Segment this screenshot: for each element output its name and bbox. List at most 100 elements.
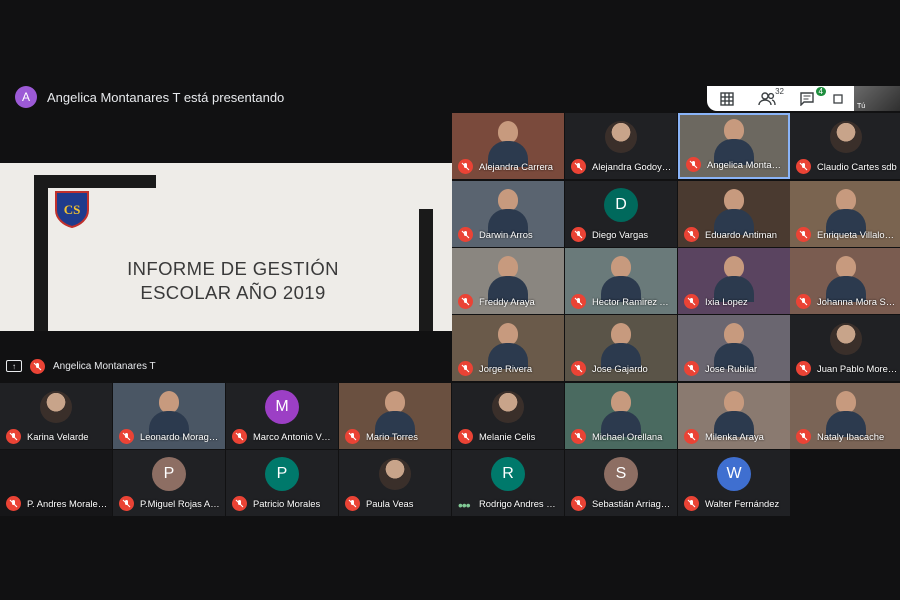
participant-name: Johanna Mora San... xyxy=(817,296,898,307)
participant-tile[interactable]: Melanie Celis xyxy=(452,383,564,449)
mic-muted-icon xyxy=(571,361,586,376)
participant-tile[interactable]: Jorge Rivera xyxy=(452,315,564,381)
mic-muted-icon xyxy=(796,159,811,174)
mic-muted-icon xyxy=(458,429,473,444)
mic-muted-icon xyxy=(345,429,360,444)
participant-photo-avatar xyxy=(830,322,862,355)
participant-tile[interactable]: Eduardo Antiman xyxy=(678,181,790,247)
participant-tile[interactable]: Freddy Araya xyxy=(452,248,564,314)
participant-tile[interactable]: Alejandra Carrera xyxy=(452,113,564,179)
activities-button[interactable] xyxy=(827,86,849,111)
participant-tile[interactable]: D Diego Vargas xyxy=(565,181,677,247)
mic-muted-icon xyxy=(684,429,699,444)
self-label: Tú xyxy=(857,103,866,110)
participants-button[interactable]: 32 xyxy=(747,86,787,111)
presentation-slide[interactable]: CS INFORME DE GESTIÓN ESCOLAR AÑO 2019 xyxy=(0,163,452,331)
mic-muted-icon xyxy=(571,227,586,242)
mic-muted-icon xyxy=(6,496,21,511)
slide-title: INFORME DE GESTIÓN ESCOLAR AÑO 2019 xyxy=(118,257,348,305)
participant-name: Melanie Celis xyxy=(479,431,536,442)
mic-muted-icon xyxy=(458,227,473,242)
mic-muted-icon xyxy=(232,429,247,444)
participant-name: Walter Fernández xyxy=(705,498,780,509)
slide-frame-right xyxy=(419,209,433,331)
participant-tile[interactable]: Mario Torres xyxy=(339,383,451,449)
participant-tile[interactable]: P P.Miguel Rojas An... xyxy=(113,450,225,516)
chat-icon xyxy=(800,91,814,106)
participant-name: Rodrigo Andres Ca... xyxy=(479,498,560,509)
participant-tile[interactable]: Nataly Ibacache xyxy=(790,383,900,449)
participant-tile[interactable]: Jose Rubilar xyxy=(678,315,790,381)
mic-muted-icon xyxy=(232,496,247,511)
participant-photo-avatar xyxy=(379,457,411,490)
presenting-banner: A Angelica Montanares T está presentando xyxy=(15,85,284,109)
participant-avatar: D xyxy=(604,187,638,222)
svg-text:CS: CS xyxy=(64,202,81,217)
mic-muted-icon xyxy=(571,159,586,174)
participant-name: P. Andres Morales ... xyxy=(27,498,108,509)
participant-photo-avatar xyxy=(830,120,862,153)
participant-name: Angelica Montanar... xyxy=(707,159,784,170)
mic-muted-icon xyxy=(119,496,134,511)
participant-tile[interactable]: Michael Orellana xyxy=(565,383,677,449)
mic-muted-icon xyxy=(796,227,811,242)
participant-name: Milenka Araya xyxy=(705,431,764,442)
mic-muted-icon xyxy=(796,294,811,309)
shapes-icon xyxy=(833,93,843,104)
participant-tile[interactable]: Leonardo Moraga ... xyxy=(113,383,225,449)
participant-tile[interactable]: Milenka Araya xyxy=(678,383,790,449)
mic-muted-icon xyxy=(119,429,134,444)
participant-tile[interactable]: P. Andres Morales ... xyxy=(0,450,112,516)
mic-muted-icon xyxy=(684,496,699,511)
participant-tile[interactable]: P Patricio Morales xyxy=(226,450,338,516)
participant-tile[interactable]: Johanna Mora San... xyxy=(790,248,900,314)
slide-title-line-1: INFORME DE GESTIÓN xyxy=(127,258,339,279)
participant-tile[interactable]: Enriqueta Villalobos xyxy=(790,181,900,247)
participant-tile[interactable]: Claudio Cartes sdb xyxy=(790,113,900,179)
participant-tile[interactable]: Darwin Arros xyxy=(452,181,564,247)
participant-name: Paula Veas xyxy=(366,498,414,509)
participant-photo-avatar xyxy=(40,390,72,423)
participant-avatar: W xyxy=(717,456,751,491)
presenter-avatar: A xyxy=(15,86,37,108)
mic-muted-icon xyxy=(458,294,473,309)
participant-photo-avatar xyxy=(605,120,637,153)
participant-name: Enriqueta Villalobos xyxy=(817,229,898,240)
mic-muted-icon xyxy=(686,157,701,172)
participant-name: Jorge Rivera xyxy=(479,363,533,374)
participant-tile[interactable]: R ••• Rodrigo Andres Ca... xyxy=(452,450,564,516)
participant-name: Patricio Morales xyxy=(253,498,321,509)
participant-tile[interactable]: Angelica Montanar... xyxy=(678,113,790,179)
participant-name: Nataly Ibacache xyxy=(817,431,885,442)
participant-tile[interactable]: Hector Ramirez Ar... xyxy=(565,248,677,314)
participant-name: Alejandra Godoy S... xyxy=(592,161,673,172)
participant-name: P.Miguel Rojas An... xyxy=(140,498,221,509)
participant-name: Alejandra Carrera xyxy=(479,161,553,172)
presenting-text: Angelica Montanares T está presentando xyxy=(47,89,285,105)
participant-name: Ixia Lopez xyxy=(705,296,748,307)
participant-name: Juan Pablo Moren... xyxy=(817,363,898,374)
participant-name: Jose Gajardo xyxy=(592,363,648,374)
people-icon xyxy=(758,91,776,105)
participant-tile[interactable]: Jose Gajardo xyxy=(565,315,677,381)
participant-tile[interactable]: M Marco Antonio Ver... xyxy=(226,383,338,449)
slide-title-line-2: ESCOLAR AÑO 2019 xyxy=(140,282,326,303)
mic-muted-icon xyxy=(796,361,811,376)
participant-tile[interactable]: S Sebastián Arriagada xyxy=(565,450,677,516)
mic-muted-icon xyxy=(571,496,586,511)
participant-tile[interactable]: W Walter Fernández xyxy=(678,450,790,516)
participant-name: Eduardo Antiman xyxy=(705,229,777,240)
chat-button[interactable]: 4 xyxy=(787,86,827,111)
participant-tile[interactable]: Karina Velarde xyxy=(0,383,112,449)
participant-tile[interactable]: Juan Pablo Moren... xyxy=(790,315,900,381)
mic-muted-icon xyxy=(571,294,586,309)
participant-name: Sebastián Arriagada xyxy=(592,498,673,509)
participant-name: Karina Velarde xyxy=(27,431,89,442)
participant-tile[interactable]: Ixia Lopez xyxy=(678,248,790,314)
participant-tile[interactable]: Paula Veas xyxy=(339,450,451,516)
participant-tile[interactable]: Alejandra Godoy S... xyxy=(565,113,677,179)
self-view-thumbnail[interactable]: Tú xyxy=(854,86,900,111)
layout-grid-button[interactable] xyxy=(707,86,747,111)
participants-count: 32 xyxy=(775,87,784,96)
mic-muted-icon xyxy=(458,159,473,174)
